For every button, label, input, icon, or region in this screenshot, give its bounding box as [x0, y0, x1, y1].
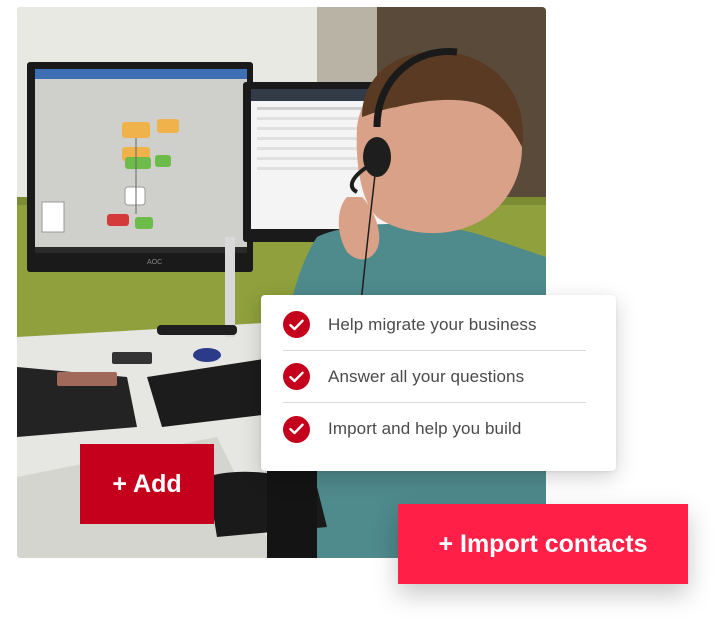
add-button[interactable]: + Add [80, 444, 214, 524]
checkmark-circle-icon [283, 363, 310, 390]
checklist-item: Import and help you build [283, 403, 586, 455]
checklist-item-label: Answer all your questions [328, 366, 525, 386]
import-contacts-button[interactable]: + Import contacts [398, 504, 688, 584]
features-checklist-card: Help migrate your business Answer all yo… [261, 295, 616, 471]
left-monitor: AOC [27, 62, 253, 272]
checkmark-circle-icon [283, 415, 310, 443]
checklist-item: Help migrate your business [283, 299, 586, 351]
checklist-item: Answer all your questions [283, 351, 586, 403]
monitor-brand-label: AOC [147, 259, 162, 266]
checklist-item-label: Help migrate your business [328, 314, 537, 334]
checklist-item-label: Import and help you build [328, 419, 522, 438]
checkmark-circle-icon [283, 311, 310, 338]
